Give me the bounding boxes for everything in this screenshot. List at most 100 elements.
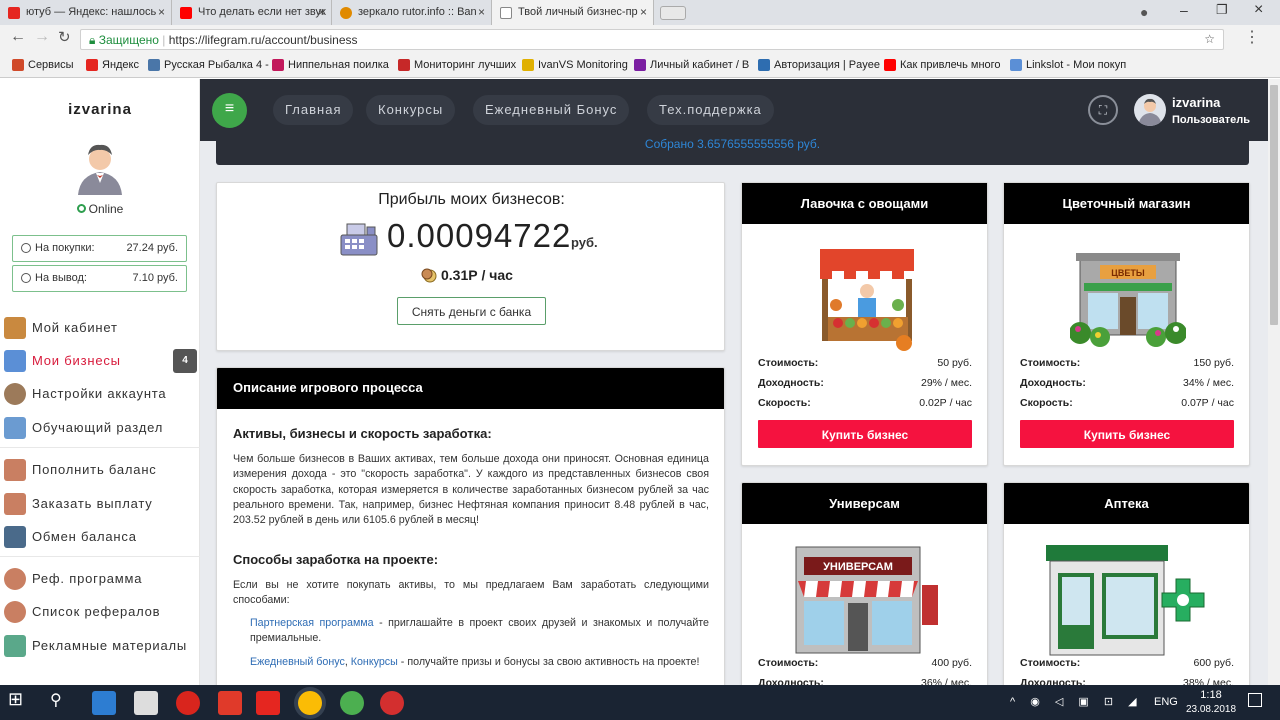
sidebar-item-businesses[interactable]: Мои бизнесы 4: [0, 347, 200, 375]
clock-date[interactable]: 23.08.2018: [1184, 704, 1238, 715]
bookmark-label: Яндекс: [102, 59, 139, 71]
sidebar-item-referral-list[interactable]: Список рефералов: [0, 598, 200, 626]
buy-business-button[interactable]: Купить бизнес: [758, 420, 972, 448]
menu-icon[interactable]: ⋮: [1244, 27, 1260, 47]
mail-icon[interactable]: [134, 691, 158, 715]
top-header: ≡ Главная Конкурсы Ежедневный Бонус Тех.…: [200, 79, 1268, 141]
withdraw-bank-button[interactable]: Снять деньги с банка: [397, 297, 546, 325]
bookmark-ivanvs[interactable]: IvanVS Monitoring: [522, 59, 628, 71]
utorrent-icon[interactable]: [340, 691, 364, 715]
tab-lifegram[interactable]: Твой личный бизнес-пр ×: [492, 0, 654, 25]
tray-icons[interactable]: ^ ◉ ◁ ▣ ⊡ ◢: [1010, 695, 1143, 708]
forward-icon[interactable]: →: [34, 28, 50, 46]
back-icon[interactable]: ←: [10, 28, 26, 46]
bookmark-monitoring[interactable]: Мониторинг лучших: [398, 59, 516, 71]
bookmark-linkslot[interactable]: Linkslot - Мои покуп: [1010, 59, 1126, 71]
nav-label: Пополнить баланс: [32, 462, 157, 477]
maximize-button[interactable]: ❐: [1216, 2, 1228, 18]
bookmark-label: IvanVS Monitoring: [538, 59, 628, 71]
contests-link[interactable]: Конкурсы: [351, 656, 398, 668]
pharmacy-illustration: [1046, 545, 1205, 656]
yandex-icon[interactable]: [256, 691, 280, 715]
bookmark-fishing[interactable]: Русская Рыбалка 4 -: [148, 59, 269, 71]
bookmark-youtube[interactable]: Как привлечь много: [884, 59, 1001, 71]
scrollbar-thumb[interactable]: [1270, 85, 1278, 325]
youtube-icon: [884, 59, 896, 71]
store-icon[interactable]: [92, 691, 116, 715]
balance-value: 7.10 руб.: [132, 272, 178, 284]
sidebar-item-referral[interactable]: Реф. программа: [0, 565, 200, 593]
language-indicator[interactable]: ENG: [1154, 696, 1178, 708]
cost-value: 600 руб.: [1193, 657, 1234, 669]
balance-purchases[interactable]: На покупки: 27.24 руб.: [12, 235, 187, 262]
speed-value: 0.07Р / час: [1181, 397, 1234, 409]
online-icon: [76, 204, 86, 213]
nav-contests[interactable]: Конкурсы: [366, 95, 456, 125]
tab-yandex[interactable]: ютуб — Яндекс: нашлось ×: [0, 0, 172, 25]
sidebar-item-cabinet[interactable]: Мой кабинет: [0, 314, 200, 342]
fullscreen-icon[interactable]: ⛶: [1088, 95, 1118, 125]
sidebar-item-exchange[interactable]: Обмен баланса: [0, 523, 200, 551]
reload-icon[interactable]: ↻: [58, 28, 71, 46]
app-icon[interactable]: [218, 691, 242, 715]
nav-label: Рекламные материалы: [32, 638, 188, 653]
page-scrollbar[interactable]: [1268, 79, 1280, 685]
item-text: - получайте призы и бонусы за свою актив…: [397, 656, 700, 668]
balance-label: На вывод:: [35, 272, 87, 284]
new-tab-button[interactable]: [660, 6, 686, 20]
sidebar: izvarina Online На покупки: 27.24 руб. На…: [0, 79, 200, 685]
bookmark-cabinet[interactable]: Личный кабинет / B: [634, 59, 749, 71]
hamburger-menu-button[interactable]: ≡: [212, 93, 247, 128]
people-icon: [4, 568, 26, 590]
search-icon[interactable]: ⚲: [50, 690, 74, 714]
browser-tab-bar: ютуб — Яндекс: нашлось × Что делать если…: [0, 0, 1280, 25]
nav-label: Обмен баланса: [32, 529, 137, 544]
lock-icon: 🔒︎: [89, 33, 96, 47]
partner-program-link[interactable]: Партнерская программа: [250, 617, 374, 629]
sidebar-item-settings[interactable]: Настройки аккаунта: [0, 380, 200, 408]
tab-rutor[interactable]: зеркало rutor.info :: Ban ×: [332, 0, 492, 25]
bookmark-services[interactable]: Сервисы: [12, 59, 74, 71]
monitor-icon: [4, 526, 26, 548]
sidebar-item-promo[interactable]: Рекламные материалы: [0, 632, 200, 660]
collected-banner: Собрано 3.6576555555556 руб.: [216, 137, 1249, 165]
windows-start-icon[interactable]: ⊞: [8, 689, 32, 713]
profile-icon[interactable]: ●: [1140, 4, 1148, 20]
nav-label: Список рефералов: [32, 604, 161, 619]
site-icon: [634, 59, 646, 71]
bookmark-star-icon[interactable]: ☆: [1204, 32, 1215, 46]
minimize-button[interactable]: –: [1180, 2, 1188, 18]
sidebar-item-tutorial[interactable]: Обучающий раздел: [0, 414, 200, 442]
online-status: Online: [0, 202, 200, 216]
window-close-button[interactable]: ×: [1254, 1, 1263, 19]
yield-label: Доходность:: [1020, 377, 1086, 389]
nav-support[interactable]: Тех.поддержка: [647, 95, 774, 125]
bookmark-payeer[interactable]: Авторизация | Payee: [758, 59, 880, 71]
nav-daily-bonus[interactable]: Ежедневный Бонус: [473, 95, 630, 125]
main-content: Собрано 3.6576555555556 руб. Прибыль мои…: [200, 137, 1268, 697]
nav-home[interactable]: Главная: [273, 95, 354, 125]
tab-title: Что делать если нет звук: [198, 6, 326, 18]
close-icon[interactable]: ×: [478, 5, 485, 19]
close-icon[interactable]: ×: [318, 5, 325, 19]
clock-time[interactable]: 1:18: [1186, 689, 1236, 701]
sidebar-item-deposit[interactable]: Пополнить баланс: [0, 456, 200, 484]
header-avatar[interactable]: [1134, 94, 1166, 126]
recorder-icon[interactable]: [380, 691, 404, 715]
buy-business-button[interactable]: Купить бизнес: [1020, 420, 1234, 448]
daily-bonus-link[interactable]: Ежедневный бонус: [250, 656, 345, 668]
bookmark-yandex[interactable]: Яндекс: [86, 59, 139, 71]
balance-withdraw[interactable]: На вывод: 7.10 руб.: [12, 265, 187, 292]
close-icon[interactable]: ×: [158, 5, 165, 19]
address-bar[interactable]: 🔒︎ Защищено | https://lifegram.ru/accoun…: [80, 29, 1224, 50]
notifications-icon[interactable]: [1248, 693, 1262, 707]
supermarket-illustration: УНИВЕРСАМ: [795, 546, 938, 654]
chrome-icon[interactable]: [298, 691, 322, 715]
bookmark-drinker[interactable]: Ниппельная поилка: [272, 59, 389, 71]
nav-label: Настройки аккаунта: [32, 386, 167, 401]
bookmark-label: Сервисы: [28, 59, 74, 71]
sidebar-item-withdraw[interactable]: Заказать выплату: [0, 490, 200, 518]
tab-youtube[interactable]: Что делать если нет звук ×: [172, 0, 332, 25]
close-icon[interactable]: ×: [640, 5, 647, 19]
yandex-browser-icon[interactable]: [176, 691, 200, 715]
